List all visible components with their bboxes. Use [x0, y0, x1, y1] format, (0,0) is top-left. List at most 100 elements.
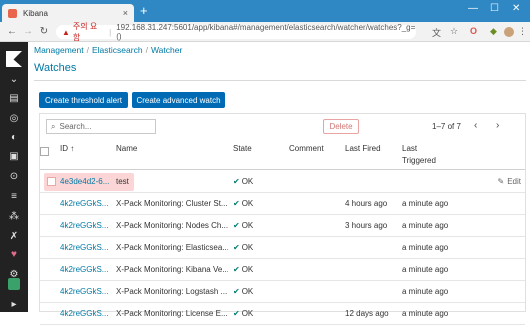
opera-extension-icon[interactable]: O [470, 26, 477, 36]
watch-state: ✔ OK [233, 243, 253, 252]
check-icon: ✔ [233, 309, 240, 318]
maximize-icon[interactable]: ☐ [490, 3, 499, 14]
state-text: OK [241, 265, 254, 274]
user-space-badge[interactable] [8, 278, 20, 290]
kibana-logo-icon[interactable] [6, 51, 22, 67]
watch-last-triggered: a minute ago [402, 221, 449, 230]
column-header-id[interactable]: ID ↑ [60, 144, 74, 153]
delete-button[interactable]: Delete [323, 119, 359, 134]
visualize-icon[interactable]: ◐ [9, 133, 19, 143]
watch-last-fired: 3 hours ago [345, 221, 388, 230]
watch-name: X-Pack Monitoring: License E... [116, 309, 228, 318]
edit-link[interactable]: ✎ Edit [498, 177, 522, 186]
state-text: OK [241, 177, 254, 186]
watch-last-fired: 12 days ago [345, 309, 389, 318]
address-bar-row: ← → ↻ ▲ 주의 요함 | 192.168.31.247:5601/app/… [0, 22, 530, 42]
url-input[interactable]: ▲ 주의 요함 | 192.168.31.247:5601/app/kibana… [56, 22, 416, 42]
back-icon[interactable]: ← [4, 26, 20, 37]
watch-id-link[interactable]: 4k2reGGkS... [60, 287, 112, 296]
column-header-last-triggered-line1: Last [402, 144, 418, 153]
watch-last-triggered: a minute ago [402, 243, 449, 252]
watch-id-link[interactable]: 4k2reGGkS... [60, 199, 112, 208]
column-header-last-triggered[interactable]: Last Triggered [402, 144, 436, 165]
table-row[interactable]: 4e3de4d2-6... test ✔ OK ✎ Edit [40, 171, 525, 193]
breadcrumb-management[interactable]: Management [34, 45, 84, 55]
page-title: Watches [34, 62, 77, 74]
pencil-icon: ✎ [497, 177, 505, 186]
table-row[interactable]: 4k2reGGkS... X-Pack Monitoring: Elasticse… [40, 237, 525, 259]
security-warning[interactable]: 주의 요함 [73, 21, 104, 43]
bookmark-star-icon[interactable]: ☆ [450, 26, 458, 37]
watch-id-link[interactable]: 4k2reGGkS... [60, 265, 112, 274]
close-window-icon[interactable]: ✕ [512, 3, 520, 14]
warning-icon: ▲ [62, 27, 70, 37]
reload-icon[interactable]: ↻ [36, 26, 52, 37]
create-advanced-watch-button[interactable]: Create advanced watch [132, 92, 225, 108]
monitoring-icon[interactable]: ♥ [9, 250, 19, 260]
watch-last-triggered: a minute ago [402, 265, 449, 274]
canvas-icon[interactable]: ▣ [9, 152, 19, 162]
watch-name: X-Pack Monitoring: Kibana Ve... [116, 265, 228, 274]
watch-state: ✔ OK [233, 221, 253, 230]
new-tab-button[interactable]: + [140, 3, 148, 19]
create-threshold-alert-button[interactable]: Create threshold alert [39, 92, 128, 108]
table-row[interactable]: 4k2reGGkS... X-Pack Monitoring: Kibana Ve… [40, 259, 525, 281]
watch-id-link[interactable]: 4k2reGGkS... [60, 243, 112, 252]
watch-id-link[interactable]: 4k2reGGkS... [60, 221, 112, 230]
column-header-state[interactable]: State [233, 144, 252, 153]
minimize-icon[interactable]: — [468, 3, 478, 14]
breadcrumb-elasticsearch[interactable]: Elasticsearch [92, 45, 143, 55]
state-text: OK [241, 287, 254, 296]
chevron-left-icon[interactable]: ‹ [474, 120, 477, 131]
collapse-nav-icon[interactable]: ▸ [9, 300, 19, 310]
watch-name: X-Pack Monitoring: Nodes Ch... [116, 221, 228, 230]
forward-icon[interactable]: → [20, 26, 36, 37]
search-input[interactable]: ⌕ Search... [46, 119, 156, 134]
table-row[interactable]: 4k2reGGkS... X-Pack Monitoring: Cluster S… [40, 193, 525, 215]
browser-tab[interactable]: Kibana × [2, 4, 134, 22]
watch-id-link[interactable]: 4k2reGGkS... [60, 309, 112, 318]
select-all-checkbox[interactable] [40, 147, 49, 156]
dashboard-icon[interactable]: ▤ [9, 94, 19, 104]
ml-icon[interactable]: ⁂ [9, 212, 19, 222]
devtools-icon[interactable]: ✗ [9, 232, 19, 242]
translate-icon[interactable]: 文 [432, 26, 441, 39]
watch-name: X-Pack Monitoring: Elasticsea... [116, 243, 228, 252]
watch-state: ✔ OK [233, 265, 253, 274]
profile-avatar[interactable] [504, 27, 514, 37]
watch-id-link[interactable]: 4e3de4d2-6... [60, 177, 112, 186]
column-header-name[interactable]: Name [116, 144, 137, 153]
tab-title: Kibana [23, 8, 48, 18]
state-text: OK [241, 309, 254, 318]
watch-last-triggered: a minute ago [402, 199, 449, 208]
column-header-comment[interactable]: Comment [289, 144, 324, 153]
chevron-right-icon[interactable]: › [496, 120, 499, 131]
extension-icon[interactable]: ◆ [490, 26, 497, 37]
state-text: OK [241, 199, 254, 208]
menu-icon[interactable]: ⋮ [518, 26, 527, 37]
breadcrumb-watcher[interactable]: Watcher [151, 45, 182, 55]
maps-icon[interactable]: ⊙ [9, 172, 19, 182]
breadcrumb-separator: / [86, 45, 89, 55]
check-icon: ✔ [233, 221, 240, 230]
edit-label: Edit [507, 177, 521, 186]
watch-state: ✔ OK [233, 199, 253, 208]
table-row[interactable]: 4k2reGGkS... X-Pack Monitoring: Logstash … [40, 281, 525, 303]
check-icon: ✔ [233, 265, 240, 274]
tab-close-icon[interactable]: × [123, 8, 128, 18]
pagination-text: 1–7 of 7 [432, 122, 461, 131]
row-checkbox[interactable] [47, 177, 56, 186]
table-row[interactable]: 4k2reGGkS... X-Pack Monitoring: License E… [40, 303, 525, 325]
table-row[interactable]: 4k2reGGkS... X-Pack Monitoring: Nodes Ch.… [40, 215, 525, 237]
logs-icon[interactable]: ≡ [9, 192, 19, 202]
watch-state: ✔ OK [233, 177, 253, 186]
discover-icon[interactable]: ◎ [9, 114, 19, 124]
check-icon: ✔ [233, 199, 240, 208]
state-text: OK [241, 243, 254, 252]
collapse-chevron-icon[interactable]: ⌄ [9, 75, 19, 85]
check-icon: ✔ [233, 243, 240, 252]
watch-state: ✔ OK [233, 309, 253, 318]
kibana-favicon-icon [8, 8, 17, 18]
breadcrumb: Management / Elasticsearch / Watcher [34, 45, 182, 55]
column-header-last-fired[interactable]: Last Fired [345, 144, 381, 153]
